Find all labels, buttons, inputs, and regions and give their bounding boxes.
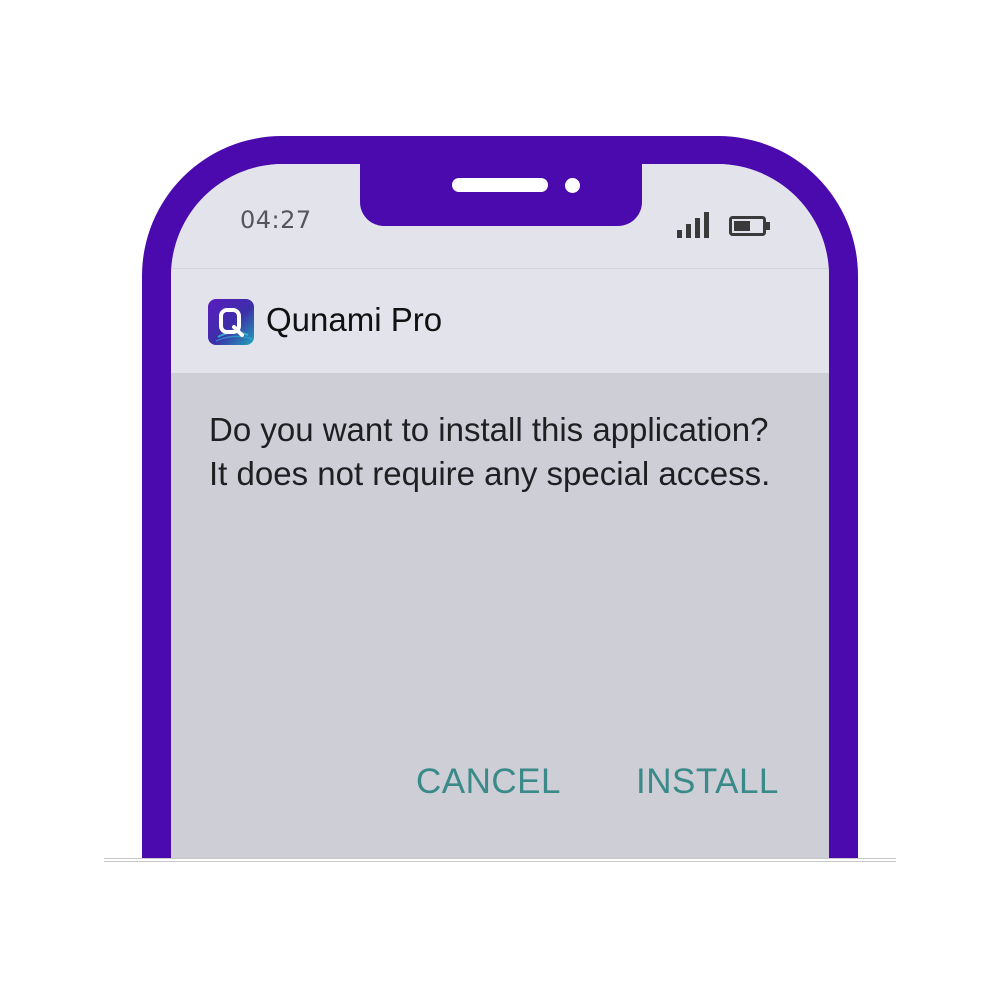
install-button[interactable]: INSTALL: [636, 762, 779, 802]
app-name: Qunami Pro: [266, 301, 443, 338]
install-prompt-message: Do you want to install this application?…: [209, 411, 771, 492]
app-header: Qunami Pro: [171, 269, 829, 373]
phone-frame: 04:27 Qunami Pro Do you want to install …: [142, 136, 858, 860]
cancel-button[interactable]: CANCEL: [416, 762, 561, 802]
ground-line: [104, 858, 896, 862]
qunami-app-icon: [208, 299, 254, 345]
status-bar: 04:27: [171, 164, 829, 269]
signal-bars-icon: [677, 212, 709, 238]
front-camera: [565, 178, 580, 193]
phone-screen: 04:27 Qunami Pro Do you want to install …: [171, 164, 829, 860]
status-time: 04:27: [240, 206, 312, 234]
phone-notch: [360, 164, 642, 226]
speaker-grille: [452, 178, 548, 192]
battery-icon: [729, 216, 770, 236]
